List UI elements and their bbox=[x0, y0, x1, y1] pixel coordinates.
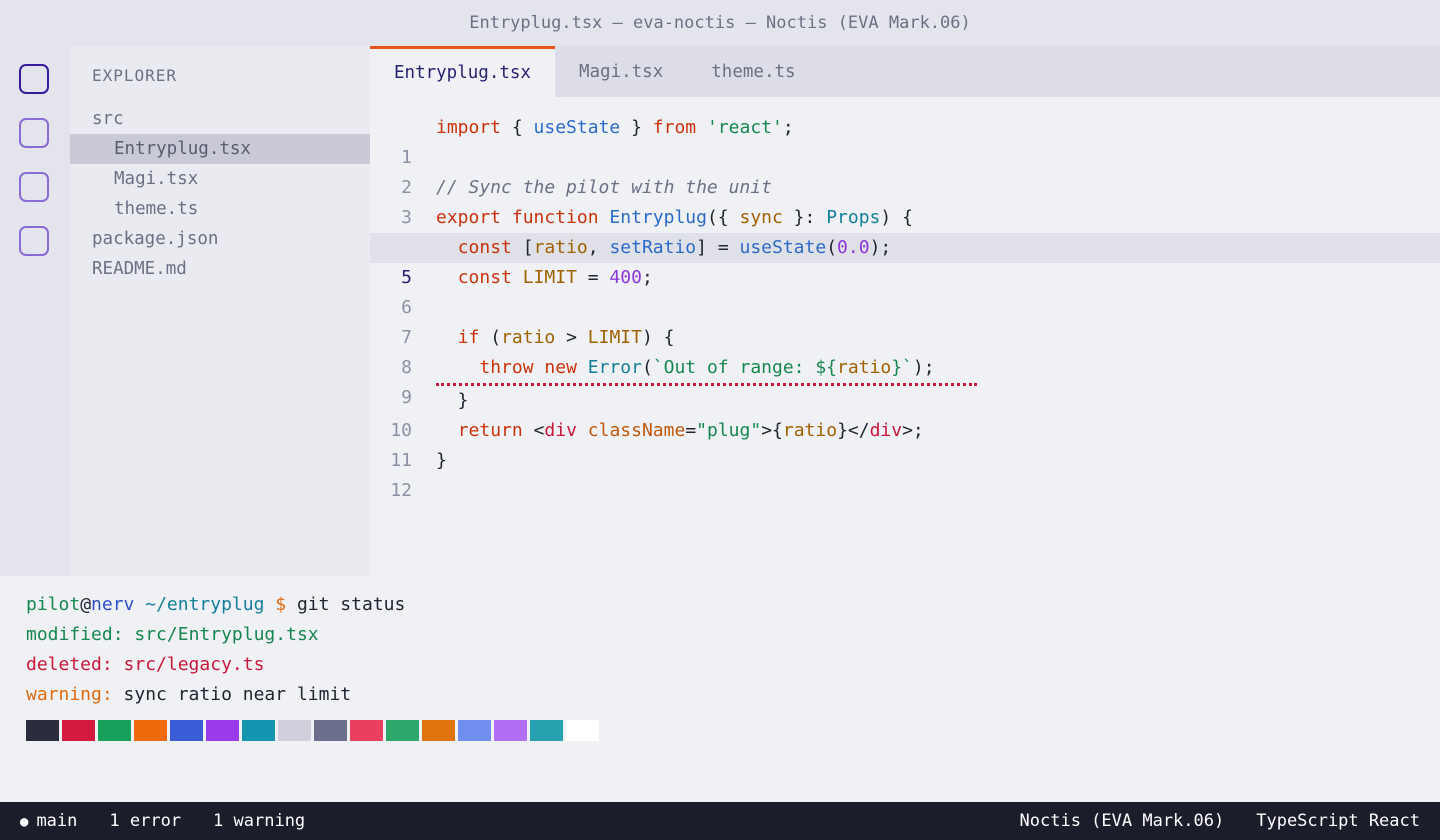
color-swatch bbox=[242, 720, 275, 741]
code-line-current: 5 const [ratio, setRatio] = useState(0.0… bbox=[370, 233, 1440, 288]
files-icon[interactable] bbox=[19, 64, 49, 94]
terminal-host: nerv bbox=[91, 594, 135, 615]
color-swatch bbox=[422, 720, 455, 741]
color-swatch bbox=[494, 720, 527, 741]
color-swatch bbox=[314, 720, 347, 741]
color-swatch bbox=[206, 720, 239, 741]
tree-file-readme[interactable]: README.md bbox=[70, 254, 370, 284]
tab-theme[interactable]: theme.ts bbox=[687, 46, 819, 97]
source-control-icon[interactable] bbox=[19, 172, 49, 202]
color-swatch bbox=[26, 720, 59, 741]
code-line-error: 9 throw new Error(`Out of range: ${ratio… bbox=[370, 353, 1440, 408]
tree-file-entryplug[interactable]: Entryplug.tsx bbox=[70, 134, 370, 164]
code-line: 8 if (ratio > LIMIT) { bbox=[370, 323, 1440, 378]
extensions-icon[interactable] bbox=[19, 226, 49, 256]
color-swatch bbox=[98, 720, 131, 741]
terminal-user: pilot bbox=[26, 594, 81, 615]
code-line: 12 } bbox=[370, 446, 1440, 501]
theme-name[interactable]: Noctis (EVA Mark.06) bbox=[1020, 811, 1225, 831]
color-swatch bbox=[350, 720, 383, 741]
color-swatch bbox=[278, 720, 311, 741]
color-swatch bbox=[134, 720, 167, 741]
terminal-output-deleted: deleted: src/legacy.ts bbox=[26, 654, 265, 675]
terminal-command: git status bbox=[286, 594, 406, 615]
branch-name: main bbox=[36, 811, 78, 831]
terminal-output-modified: modified: src/Entryplug.tsx bbox=[26, 624, 319, 645]
code-line: 3 // Sync the pilot with the unit bbox=[370, 173, 1440, 228]
explorer-sidebar: EXPLORER src Entryplug.tsx Magi.tsx them… bbox=[70, 46, 370, 576]
status-bar: ● main 1 error 1 warning Noctis (EVA Mark… bbox=[0, 802, 1440, 840]
color-swatch bbox=[62, 720, 95, 741]
color-palette bbox=[26, 720, 602, 741]
code-line: 11 return <div className="plug">{ratio}<… bbox=[370, 416, 1440, 471]
language-mode[interactable]: TypeScript React bbox=[1256, 811, 1420, 831]
explorer-title: EXPLORER bbox=[92, 66, 178, 85]
tree-file-magi[interactable]: Magi.tsx bbox=[70, 164, 370, 194]
color-swatch bbox=[170, 720, 203, 741]
window-title: Entryplug.tsx — eva-noctis — Noctis (EVA… bbox=[0, 0, 1440, 46]
error-count[interactable]: 1 error bbox=[109, 811, 181, 831]
warning-count[interactable]: 1 warning bbox=[213, 811, 305, 831]
terminal-output-warning: warning: sync ratio near limit bbox=[26, 684, 352, 705]
code-editor[interactable]: 1 import { useState } from 'react'; 2 3 … bbox=[370, 97, 1440, 576]
code-line: 4 export function Entryplug({ sync }: Pr… bbox=[370, 203, 1440, 258]
code-line: 2 bbox=[370, 143, 1440, 198]
tab-entryplug[interactable]: Entryplug.tsx bbox=[370, 46, 555, 97]
tree-folder-src[interactable]: src bbox=[70, 104, 370, 134]
terminal-prompt-line: pilot@nerv ~/entryplug $ git status bbox=[26, 594, 406, 615]
terminal-panel[interactable]: pilot@nerv ~/entryplug $ git status modi… bbox=[0, 576, 1440, 802]
color-swatch bbox=[566, 720, 599, 741]
activity-bar bbox=[0, 46, 70, 576]
code-line: 7 bbox=[370, 293, 1440, 348]
code-line: 10 } bbox=[370, 386, 1440, 441]
branch-indicator[interactable]: ● main bbox=[20, 811, 77, 831]
color-swatch bbox=[386, 720, 419, 741]
branch-dot-icon: ● bbox=[20, 814, 29, 830]
code-line: 1 import { useState } from 'react'; bbox=[370, 113, 1440, 168]
tab-magi[interactable]: Magi.tsx bbox=[555, 46, 687, 97]
tree-file-package-json[interactable]: package.json bbox=[70, 224, 370, 254]
line-number: 12 bbox=[390, 480, 412, 501]
editor-tabs: Entryplug.tsx Magi.tsx theme.ts bbox=[370, 46, 1440, 97]
code-line: 6 const LIMIT = 400; bbox=[370, 263, 1440, 318]
color-swatch bbox=[530, 720, 563, 741]
terminal-path: ~/entryplug bbox=[134, 594, 265, 615]
file-tree: src Entryplug.tsx Magi.tsx theme.ts pack… bbox=[70, 104, 370, 284]
search-icon[interactable] bbox=[19, 118, 49, 148]
color-swatch bbox=[458, 720, 491, 741]
tree-file-theme[interactable]: theme.ts bbox=[70, 194, 370, 224]
